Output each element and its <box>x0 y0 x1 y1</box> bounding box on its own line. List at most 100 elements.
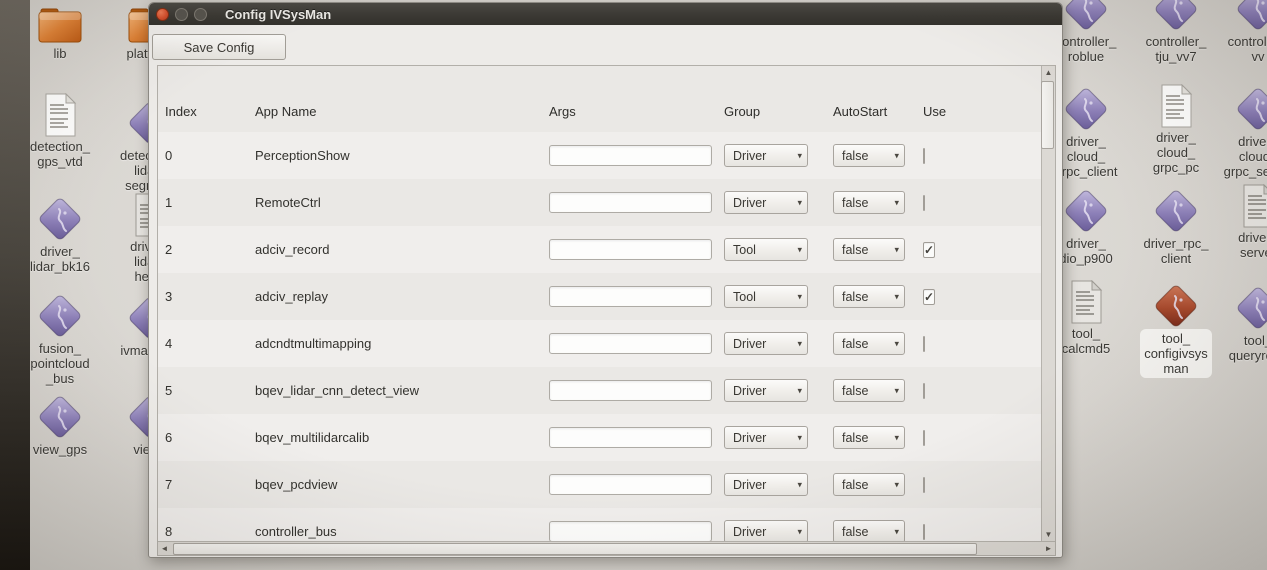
desktop-icon-tool-queryroad[interactable]: tool_queryroad <box>1208 285 1267 363</box>
args-input[interactable] <box>549 286 712 307</box>
chevron-down-icon: ▾ <box>797 526 802 537</box>
autostart-dropdown[interactable]: false ▾ <box>833 332 905 355</box>
autostart-value: false <box>842 290 868 304</box>
use-checkbox[interactable] <box>923 336 925 352</box>
args-input[interactable] <box>549 239 712 260</box>
minimize-icon[interactable] <box>175 8 188 21</box>
desktop-icon-controller-vv[interactable]: controller_vv <box>1208 0 1267 64</box>
row-index: 8 <box>165 524 255 539</box>
chevron-down-icon: ▾ <box>894 526 899 537</box>
column-header-app-name: App Name <box>255 104 549 119</box>
group-dropdown[interactable]: Tool▾ <box>724 285 808 308</box>
row-index: 2 <box>165 242 255 257</box>
use-checkbox[interactable]: ✓ <box>923 242 935 258</box>
autostart-dropdown[interactable]: false▾ <box>833 473 905 496</box>
use-checkbox[interactable]: ✓ <box>923 289 935 305</box>
scroll-up-icon[interactable]: ▲ <box>1042 66 1055 79</box>
table-row: 6 bqev_multilidarcalib Driver▾ false▾ <box>158 414 1041 461</box>
horizontal-scrollbar[interactable]: ◄ ► <box>158 541 1055 555</box>
desktop-icon-fusion-pointcloud-bus[interactable]: fusion_pointcloud_bus <box>10 293 110 386</box>
autostart-value: false <box>842 478 868 492</box>
chevron-down-icon: ▾ <box>894 291 899 302</box>
chevron-down-icon: ▾ <box>797 479 802 490</box>
autostart-dropdown[interactable]: false▾ <box>833 426 905 449</box>
monitor-bezel <box>0 0 30 570</box>
row-index: 0 <box>165 148 255 163</box>
maximize-icon[interactable] <box>194 8 207 21</box>
desktop-icon-view-gps[interactable]: view_gps <box>10 394 110 457</box>
args-input[interactable] <box>549 521 712 541</box>
row-index: 6 <box>165 430 255 445</box>
row-app-name: adciv_record <box>255 242 549 257</box>
table-row: 7 bqev_pcdview Driver▾ false▾ <box>158 461 1041 508</box>
chevron-down-icon: ▾ <box>894 150 899 161</box>
group-dropdown[interactable]: Driver▾ <box>724 426 808 449</box>
desktop-icon-label: driver_server <box>1208 230 1267 260</box>
group-dropdown[interactable]: Driver▾ <box>724 332 808 355</box>
args-input[interactable] <box>549 380 712 401</box>
autostart-dropdown[interactable]: false▾ <box>833 238 905 261</box>
args-input[interactable] <box>549 145 712 166</box>
args-input[interactable] <box>549 427 712 448</box>
row-index: 5 <box>165 383 255 398</box>
autostart-value: false <box>842 337 868 351</box>
scroll-right-icon[interactable]: ► <box>1042 542 1055 555</box>
desktop-icon-driver-server[interactable]: driver_server <box>1208 184 1267 260</box>
chevron-down-icon: ▾ <box>894 338 899 349</box>
use-checkbox[interactable] <box>923 383 925 399</box>
use-checkbox[interactable] <box>923 148 925 164</box>
table-row: 4 adcndtmultimapping Driver▾ false▾ <box>158 320 1041 367</box>
group-dropdown[interactable]: Tool ▾ <box>724 238 808 261</box>
desktop-icon-label: tool_queryroad <box>1208 333 1267 363</box>
table-row: 5 bqev_lidar_cnn_detect_view Driver▾ fal… <box>158 367 1041 414</box>
autostart-value: false <box>842 431 868 445</box>
use-checkbox[interactable] <box>923 524 925 540</box>
group-dropdown[interactable]: Driver▾ <box>724 379 808 402</box>
chevron-down-icon: ▾ <box>797 150 802 161</box>
save-config-button[interactable]: Save Config <box>152 34 286 60</box>
row-index: 1 <box>165 195 255 210</box>
scroll-left-icon[interactable]: ◄ <box>158 542 171 555</box>
horizontal-scrollbar-thumb[interactable] <box>173 543 977 555</box>
close-icon[interactable] <box>156 8 169 21</box>
args-input[interactable] <box>549 474 712 495</box>
chevron-down-icon: ▾ <box>797 244 802 255</box>
use-checkbox[interactable] <box>923 430 925 446</box>
desktop-icon-driver-cloud-grpc-server[interactable]: driver_cloud_grpc_server <box>1208 86 1267 179</box>
use-checkbox[interactable] <box>923 195 925 211</box>
config-ivsysman-window: Config IVSysMan Save Config Index App Na… <box>148 2 1063 558</box>
args-input[interactable] <box>549 192 712 213</box>
autostart-value: false <box>842 196 868 210</box>
desktop-icon-driver-lidar-bk16[interactable]: driver_lidar_bk16 <box>10 196 110 274</box>
row-app-name: controller_bus <box>255 524 549 539</box>
chevron-down-icon: ▾ <box>797 291 802 302</box>
column-header-autostart: AutoStart <box>833 104 923 119</box>
autostart-dropdown[interactable]: false▾ <box>833 520 905 541</box>
args-input[interactable] <box>549 333 712 354</box>
group-dropdown[interactable]: Driver▾ <box>724 520 808 541</box>
desktop-screen: lib detection_gps_vtd driver_lidar_bk16fus… <box>0 0 1267 570</box>
vertical-scrollbar[interactable]: ▲ ▼ <box>1041 66 1055 541</box>
desktop-icon-lib[interactable]: lib <box>10 8 110 61</box>
chevron-down-icon: ▾ <box>797 338 802 349</box>
chevron-down-icon: ▾ <box>797 385 802 396</box>
column-header-group: Group <box>724 104 833 119</box>
autostart-dropdown[interactable]: false ▾ <box>833 144 905 167</box>
autostart-dropdown[interactable]: false▾ <box>833 379 905 402</box>
group-dropdown[interactable]: Driver▾ <box>724 144 808 167</box>
scroll-down-icon[interactable]: ▼ <box>1042 528 1055 541</box>
document-gray-icon <box>1208 184 1267 228</box>
group-value: Tool <box>733 243 756 257</box>
diamond-icon <box>1208 285 1267 331</box>
window-titlebar[interactable]: Config IVSysMan <box>149 3 1062 25</box>
use-checkbox[interactable] <box>923 477 925 493</box>
column-header-args: Args <box>549 104 724 119</box>
group-dropdown[interactable]: Driver▾ <box>724 473 808 496</box>
autostart-dropdown[interactable]: false▾ <box>833 191 905 214</box>
desktop-icon-label: detection_gps_vtd <box>10 139 110 169</box>
vertical-scrollbar-thumb[interactable] <box>1041 81 1054 149</box>
autostart-dropdown[interactable]: false ▾ <box>833 285 905 308</box>
desktop-icon-detection-gps-vtd[interactable]: detection_gps_vtd <box>10 93 110 169</box>
group-dropdown[interactable]: Driver▾ <box>724 191 808 214</box>
autostart-value: false <box>842 149 868 163</box>
